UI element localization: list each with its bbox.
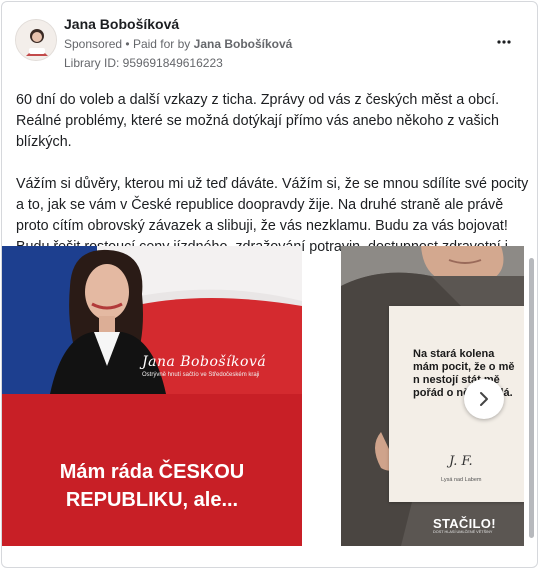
- quote-place: Lysá nad Labem: [441, 477, 482, 483]
- stacilo-logo: STAČILO!: [433, 516, 496, 531]
- paid-for-by-name: Jana Bobošíková: [193, 37, 293, 51]
- quote-initials: J. F.: [449, 454, 473, 469]
- library-id: Library ID: 959691849616223: [64, 56, 223, 70]
- more-horizontal-icon: [497, 40, 511, 44]
- card-1-headline: Mám ráda ČESKOU REPUBLIKU, ale...: [2, 458, 302, 514]
- page-name[interactable]: Jana Bobošíková: [64, 16, 179, 32]
- candidate-caption: Ostrývně hnutí sačtío ve Středočeském kr…: [142, 372, 260, 378]
- sponsored-line: Sponsored • Paid for by Jana Bobošíková: [64, 37, 292, 51]
- chevron-right-icon: [480, 392, 488, 406]
- ad-paragraph-1: 60 dní do voleb a další vzkazy z ticha. …: [16, 92, 500, 150]
- more-options-button[interactable]: [493, 32, 515, 52]
- carousel-next-button[interactable]: [464, 379, 504, 419]
- paid-for-by-label: Paid for by: [132, 37, 191, 51]
- carousel-card-1[interactable]: Jana Bobošíková Ostrývně hnutí sačtío ve…: [2, 246, 302, 546]
- headline-line-1: Mám ráda ČESKOU: [59, 461, 245, 483]
- page-avatar[interactable]: [15, 19, 57, 61]
- ad-card: Jana Bobošíková Sponsored • Paid for by …: [1, 1, 538, 568]
- quote-paper: [389, 306, 524, 502]
- media-carousel: Jana Bobošíková Ostrývně hnutí sačtío ve…: [2, 246, 537, 548]
- avatar-image: [16, 20, 56, 60]
- headline-line-2: REPUBLIKU, ale...: [65, 489, 239, 511]
- sponsored-label: Sponsored: [64, 37, 123, 51]
- stacilo-logo-subtitle: DOST HLASÍ UMLČENÉ VĚTŠINY: [433, 530, 493, 534]
- meta-separator: •: [125, 37, 130, 51]
- scrollbar-thumb[interactable]: [529, 258, 534, 538]
- candidate-signature: Jana Bobošíková: [142, 354, 267, 370]
